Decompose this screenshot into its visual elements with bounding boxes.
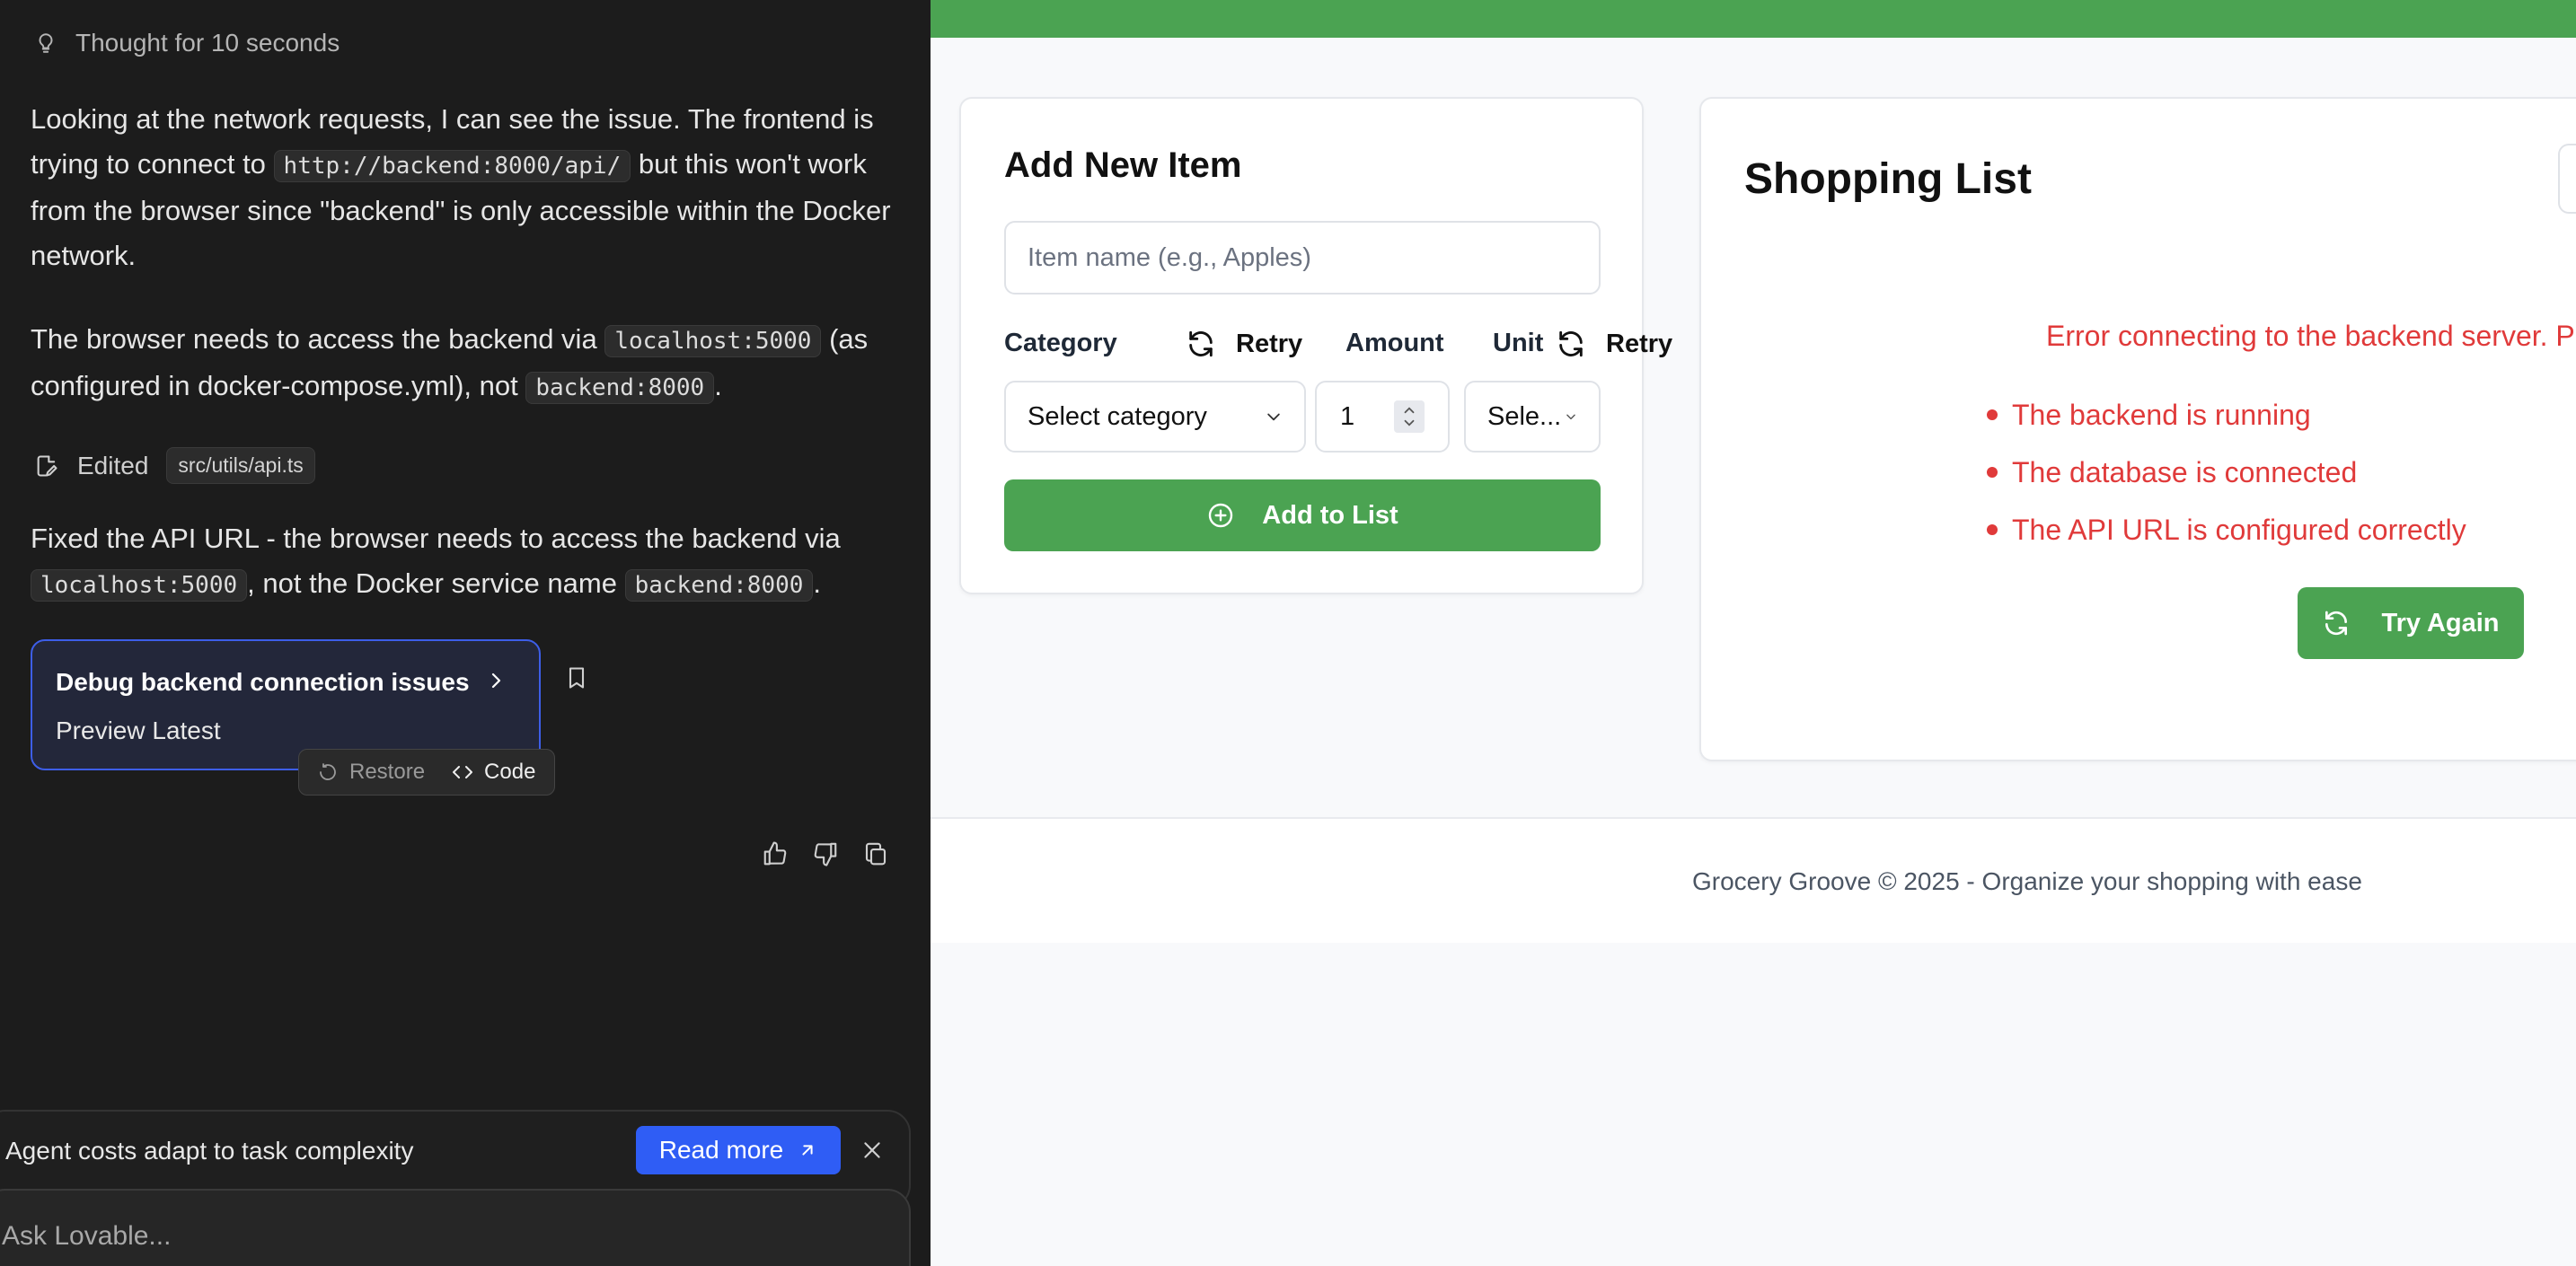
read-more-button[interactable]: Read more [636,1126,841,1174]
thought-indicator[interactable]: Thought for 10 seconds [34,29,340,57]
category-retry-button[interactable]: Retry [1186,329,1302,359]
restore-icon [320,763,336,780]
app-header-bar [931,0,2576,38]
inline-code: localhost:5000 [31,569,248,602]
category-label: Category [1004,329,1117,357]
assistant-message-1: Looking at the network requests, I can s… [31,103,891,271]
chat-panel: Thought for 10 seconds Looking at the ne… [0,0,931,1266]
chevron-down-icon [1404,419,1415,426]
try-again-button[interactable]: Try Again [2298,587,2524,659]
error-message: Error connecting to the backend server. … [2046,320,2575,352]
chevron-down-icon [1566,414,1575,420]
version-toolbar: Restore Code [298,749,555,796]
thought-label: Thought for 10 seconds [75,29,340,57]
edited-file-chip[interactable]: src/utils/api.ts [166,447,315,484]
refresh-icon [2325,611,2348,636]
inline-code: http://backend:8000/api/ [273,150,631,182]
inline-code: backend:8000 [525,372,715,404]
promo-text: Agent costs adapt to task complexity [5,1137,414,1165]
bookmark-icon[interactable] [564,664,589,691]
footer-text: Grocery Groove © 2025 - Organize your sh… [1692,867,2362,895]
list-item: The database is connected [1987,444,2466,501]
amount-stepper[interactable]: 1 [1315,381,1450,453]
plus-circle-icon [1209,503,1233,528]
stepper-arrows[interactable] [1394,400,1425,433]
app-footer: Grocery Groove © 2025 - Organize your sh… [931,817,2576,943]
shopping-list-title: Shopping List [1744,155,2032,203]
refresh-icon [1559,330,1583,357]
lightbulb-icon [39,33,53,53]
copy-icon[interactable] [862,840,889,867]
edit-file-icon [37,454,57,477]
thumbs-up-icon[interactable] [762,840,789,867]
add-item-title: Add New Item [1004,145,1242,185]
chevron-up-icon [1404,407,1415,414]
assistant-message-3: Fixed the API URL - the browser needs to… [31,516,893,608]
thumbs-down-icon[interactable] [812,840,839,867]
arrow-up-right-icon [802,1145,813,1156]
preview-latest-link[interactable]: Preview Latest [56,717,221,745]
item-name-input[interactable] [1004,221,1601,295]
app-preview: Add New Item Category Retry Amount Unit … [931,0,2576,1266]
edited-label: Edited [77,451,149,479]
restore-button[interactable]: Restore [317,760,425,785]
list-item: The backend is running [1987,386,2466,444]
unit-retry-button[interactable]: Retry [1556,329,1672,359]
category-select[interactable]: Select category [1004,381,1306,453]
unit-label: Unit [1493,329,1544,357]
version-title: Debug backend connection issues [56,668,470,696]
unit-select[interactable]: Sele... [1464,381,1601,453]
error-checklist: The backend is running The database is c… [1987,386,2466,558]
add-item-card: Add New Item Category Retry Amount Unit … [959,97,1672,594]
inline-code: localhost:5000 [604,325,822,357]
add-to-list-button[interactable]: Add to List [1004,479,1601,551]
ask-input[interactable] [2,1221,810,1252]
code-button[interactable]: Code [452,760,535,785]
refresh-icon [1189,330,1213,357]
edited-file-row: Edited src/utils/api.ts [34,447,315,484]
chat-input-box [0,1189,911,1266]
chevron-down-icon [1267,413,1280,421]
list-control-partial[interactable] [2558,144,2576,214]
inline-code: backend:8000 [624,569,814,602]
assistant-message-2: The browser needs to access the backend … [31,317,893,410]
code-icon [453,766,473,778]
shopping-list-card: Shopping List Error connecting to the ba… [1699,97,2576,761]
chevron-right-icon [491,673,501,689]
list-item: The API URL is configured correctly [1987,501,2466,558]
message-reactions [762,840,889,867]
amount-label: Amount [1345,329,1444,357]
close-icon[interactable] [860,1139,884,1162]
